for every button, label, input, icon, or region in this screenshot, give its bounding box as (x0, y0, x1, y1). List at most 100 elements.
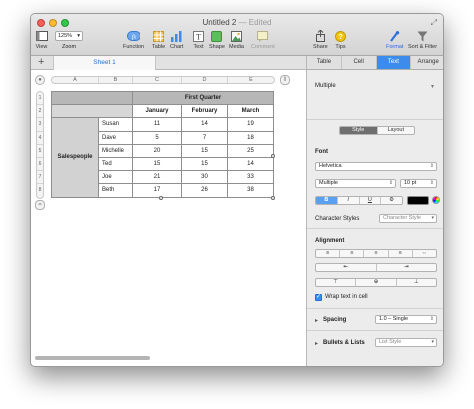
text-options-button[interactable]: ⚙ (381, 197, 402, 204)
resize-handle[interactable] (271, 154, 275, 158)
underline-button[interactable]: U (360, 197, 382, 204)
wrap-text-checkbox[interactable]: ✓ (315, 294, 322, 301)
align-bottom-icon[interactable]: ⊥ (397, 279, 436, 286)
person-name[interactable]: Dave (98, 130, 133, 145)
tips-button[interactable]: ? Tips (334, 30, 347, 50)
add-row-handle[interactable]: = (35, 200, 45, 210)
value-cell[interactable]: 33 (227, 170, 274, 185)
value-cell[interactable]: 15 (132, 156, 182, 172)
comment-button[interactable]: Comment (251, 30, 275, 50)
add-column-handle[interactable]: ‖ (280, 75, 290, 85)
row-header[interactable]: 4 (37, 132, 43, 145)
resize-handle[interactable] (271, 196, 275, 200)
align-right-icon[interactable]: ≡ (364, 250, 389, 257)
value-cell[interactable]: 7 (181, 130, 228, 145)
row-header[interactable]: 6 (37, 158, 43, 172)
value-cell[interactable]: 30 (181, 170, 228, 185)
value-cell[interactable]: 21 (132, 170, 182, 185)
increase-indent-icon[interactable]: ⇥ (377, 264, 437, 271)
column-header[interactable]: D (182, 77, 228, 83)
value-cell[interactable]: 20 (132, 143, 182, 158)
sort-filter-button[interactable]: Sort & Filter (408, 30, 437, 50)
spacing-label[interactable]: Spacing (323, 317, 346, 323)
horizontal-scrollbar[interactable] (35, 356, 150, 360)
color-wheel-icon[interactable] (432, 196, 440, 204)
align-justify-icon[interactable]: ≡ (389, 250, 413, 257)
column-header[interactable]: E (228, 77, 274, 83)
row-header[interactable]: 8 (37, 184, 43, 197)
person-name[interactable]: Beth (98, 183, 133, 198)
bullets-lists-label[interactable]: Bullets & Lists (323, 340, 365, 346)
style-toggle-button[interactable]: Style (340, 127, 378, 134)
column-header[interactable]: A (52, 77, 99, 83)
resize-handle[interactable] (159, 196, 163, 200)
chart-button[interactable]: Chart (170, 30, 183, 50)
list-style-select[interactable]: List Style ▾ (375, 338, 437, 347)
italic-button[interactable]: I (338, 197, 360, 204)
tab-arrange[interactable]: Arrange (411, 56, 443, 69)
select-table-button[interactable]: ● (35, 75, 45, 85)
share-button[interactable]: Share (313, 30, 328, 50)
shape-button[interactable]: Shape (209, 30, 225, 50)
bold-button[interactable]: B (316, 197, 338, 204)
tab-table[interactable]: Table (307, 56, 342, 69)
month-header[interactable]: February (181, 104, 228, 119)
format-button[interactable]: Format (386, 30, 403, 50)
row-header[interactable]: 7 (37, 171, 43, 185)
row-header[interactable]: 3 (37, 118, 43, 132)
disclosure-triangle-icon[interactable]: ▸ (315, 340, 318, 347)
value-cell[interactable]: 38 (227, 183, 274, 198)
value-cell[interactable]: 14 (181, 117, 228, 132)
group-label[interactable]: Salespeople (51, 117, 99, 198)
typeface-select[interactable]: Multiple ⇕ (315, 179, 396, 188)
text-button[interactable]: T Text (192, 30, 205, 50)
view-button[interactable]: View (35, 30, 48, 50)
column-header[interactable]: C (133, 77, 182, 83)
add-sheet-button[interactable]: + (38, 56, 44, 69)
align-middle-icon[interactable]: ⊕ (356, 279, 397, 286)
row-header[interactable]: 2 (37, 105, 43, 119)
decrease-indent-icon[interactable]: ⇤ (316, 264, 377, 271)
value-cell[interactable]: 26 (181, 183, 228, 198)
month-header[interactable]: March (227, 104, 274, 119)
sheet-canvas[interactable]: ● A B C D E ‖ 1 2 3 4 5 6 7 8 = First Qu (31, 70, 306, 366)
media-button[interactable]: Media (229, 30, 244, 50)
person-name[interactable]: Susan (98, 117, 133, 132)
text-color-well[interactable] (407, 196, 429, 205)
align-auto-icon[interactable]: ⇔ (413, 250, 436, 257)
table-cell[interactable] (51, 104, 133, 119)
value-cell[interactable]: 18 (227, 130, 274, 145)
table-cell[interactable] (51, 90, 133, 106)
disclosure-triangle-icon[interactable]: ▸ (315, 317, 318, 324)
value-cell[interactable]: 14 (227, 156, 274, 172)
person-name[interactable]: Michelle (98, 143, 133, 158)
function-button[interactable]: fx Function (123, 30, 144, 50)
tab-sheet-1[interactable]: Sheet 1 (53, 56, 156, 70)
font-family-select[interactable]: Helvetica ⇕ (315, 162, 437, 171)
column-header[interactable]: B (99, 77, 133, 83)
value-cell[interactable]: 19 (227, 117, 274, 132)
zoom-select[interactable]: 125% ▾ (55, 31, 83, 41)
character-style-select[interactable]: Character Style ▾ (379, 214, 437, 223)
month-header[interactable]: January (132, 104, 182, 119)
table-button[interactable]: Table (152, 30, 165, 50)
value-cell[interactable]: 25 (227, 143, 274, 158)
align-left-icon[interactable]: ≡ (316, 250, 341, 257)
row-header[interactable]: 5 (37, 145, 43, 158)
chevron-down-icon[interactable]: ▾ (431, 83, 434, 90)
layout-toggle-button[interactable]: Layout (378, 127, 415, 134)
value-cell[interactable]: 15 (181, 143, 228, 158)
font-size-stepper[interactable]: 10 pt ⇕ (400, 179, 437, 188)
value-cell[interactable]: 15 (181, 156, 228, 172)
align-top-icon[interactable]: ⊤ (316, 279, 357, 286)
zoom-control[interactable]: 125% ▾ Zoom (55, 31, 83, 50)
row-header[interactable]: 1 (37, 92, 43, 106)
data-table[interactable]: First Quarter January February March Sal… (51, 90, 274, 198)
person-name[interactable]: Joe (98, 170, 133, 185)
paragraph-style-name[interactable]: Multiple (315, 83, 336, 89)
tab-text[interactable]: Text (376, 56, 412, 69)
tab-cell[interactable]: Cell (342, 56, 377, 69)
align-center-icon[interactable]: ≡ (340, 250, 365, 257)
value-cell[interactable]: 17 (132, 183, 182, 198)
quarter-header[interactable]: First Quarter (132, 90, 274, 106)
